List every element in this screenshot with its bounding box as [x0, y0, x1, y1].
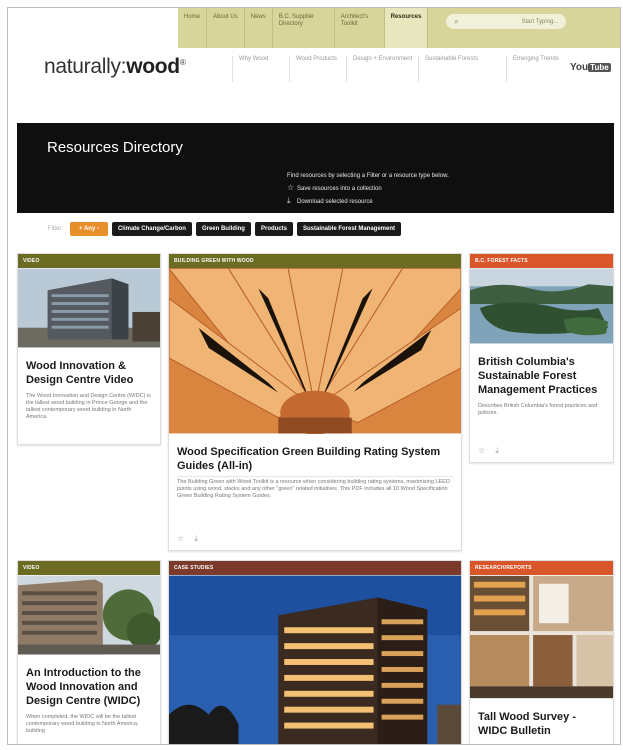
- card-category: RESEARCH/REPORTS: [470, 561, 613, 575]
- card-image[interactable]: [470, 575, 613, 699]
- nav-sustainable-forests[interactable]: Sustainable Forests: [418, 56, 506, 82]
- site-logo[interactable]: naturally:wood®: [44, 55, 186, 79]
- nav-why-wood[interactable]: Why Wood: [232, 56, 289, 82]
- main-nav: Why Wood Wood Products Design + Environm…: [232, 56, 563, 82]
- save-star-icon[interactable]: ☆: [177, 534, 184, 543]
- youtube-icon[interactable]: You Tube: [570, 62, 611, 73]
- card-title[interactable]: Tall Wood Survey - WIDC Bulletin: [470, 704, 613, 738]
- card-category: BUILDING GREEN WITH WOOD: [169, 254, 461, 268]
- resource-card[interactable]: BUILDING GREEN WITH WOOD Wood Specificat…: [168, 253, 462, 551]
- top-nav-news[interactable]: News: [245, 8, 273, 48]
- download-icon[interactable]: ⤓: [194, 534, 198, 543]
- top-nav-supplier-directory[interactable]: B.C. Supplier Directory: [273, 8, 335, 48]
- card-category: B.C. FOREST FACTS: [470, 254, 613, 268]
- resource-card[interactable]: RESEARCH/REPORTS Tall Wood Survey - WIDC…: [469, 560, 614, 744]
- download-icon: ⤓: [287, 196, 291, 205]
- filter-bar: Filter: + Any - Climate Change/Carbon Gr…: [48, 222, 405, 236]
- download-icon[interactable]: ⤓: [495, 446, 499, 455]
- star-icon: ☆: [287, 183, 295, 192]
- nav-emerging-trends[interactable]: Emerging Trends: [506, 56, 563, 82]
- browser-frame: Home About Us News B.C. Supplier Directo…: [7, 7, 621, 745]
- filter-any-button[interactable]: + Any -: [70, 222, 108, 236]
- banner-instructions: Find resources by selecting a Filter or …: [287, 173, 449, 205]
- card-title[interactable]: An Introduction to the Wood Innovation a…: [18, 660, 160, 708]
- top-nav-architects-toolkit[interactable]: Architect's Toolkit: [335, 8, 385, 48]
- card-description: The Building Green with Wood Toolkit is …: [177, 479, 450, 499]
- top-nav-home[interactable]: Home: [178, 8, 208, 48]
- filter-climate-button[interactable]: Climate Change/Carbon: [111, 222, 192, 236]
- card-image[interactable]: [470, 268, 613, 344]
- search-box[interactable]: ⌕ Start Typing...: [446, 14, 567, 29]
- nav-design-environment[interactable]: Design + Environment: [346, 56, 418, 82]
- card-image[interactable]: [18, 575, 160, 655]
- resource-card[interactable]: VIDEO Wood Innovation & Design Centre Vi…: [17, 253, 161, 445]
- card-category: VIDEO: [18, 561, 160, 575]
- card-title[interactable]: British Columbia's Sustainable Forest Ma…: [470, 349, 613, 397]
- top-nav-about[interactable]: About Us: [207, 8, 245, 48]
- card-title[interactable]: Wood Specification Green Building Rating…: [169, 439, 461, 473]
- card-category: VIDEO: [18, 254, 160, 268]
- resource-card[interactable]: VIDEO An Introduction to the Wood Innova…: [17, 560, 161, 744]
- save-star-icon[interactable]: ☆: [478, 446, 485, 455]
- nav-wood-products[interactable]: Wood Products: [289, 56, 346, 82]
- filter-sfm-button[interactable]: Sustainable Forest Management: [297, 222, 402, 236]
- card-image[interactable]: [169, 268, 461, 435]
- filter-label: Filter:: [48, 226, 63, 232]
- card-title[interactable]: Wood Innovation & Design Centre Video: [18, 353, 160, 387]
- page-title: Resources Directory: [47, 139, 183, 156]
- filter-green-building-button[interactable]: Green Building: [195, 222, 251, 236]
- search-input[interactable]: Start Typing...: [521, 19, 558, 25]
- card-description: Describes British Columbia's forest prac…: [478, 403, 598, 416]
- search-icon: ⌕: [454, 16, 459, 26]
- top-nav-resources[interactable]: Resources: [384, 8, 429, 48]
- card-description: The Wood Innovation and Design Centre (W…: [26, 393, 151, 420]
- card-description: When completed, the WIDC will be the tal…: [26, 714, 139, 734]
- utility-bar: Home About Us News B.C. Supplier Directo…: [178, 8, 620, 48]
- card-image[interactable]: [18, 268, 160, 348]
- filter-products-button[interactable]: Products: [254, 222, 293, 236]
- card-category: CASE STUDIES: [169, 561, 461, 575]
- resources-banner: Resources Directory Find resources by se…: [17, 123, 614, 213]
- resource-card[interactable]: B.C. FOREST FACTS British Columbia's Sus…: [469, 253, 614, 463]
- resource-card[interactable]: CASE STUDIES: [168, 560, 462, 745]
- card-image[interactable]: [169, 575, 461, 745]
